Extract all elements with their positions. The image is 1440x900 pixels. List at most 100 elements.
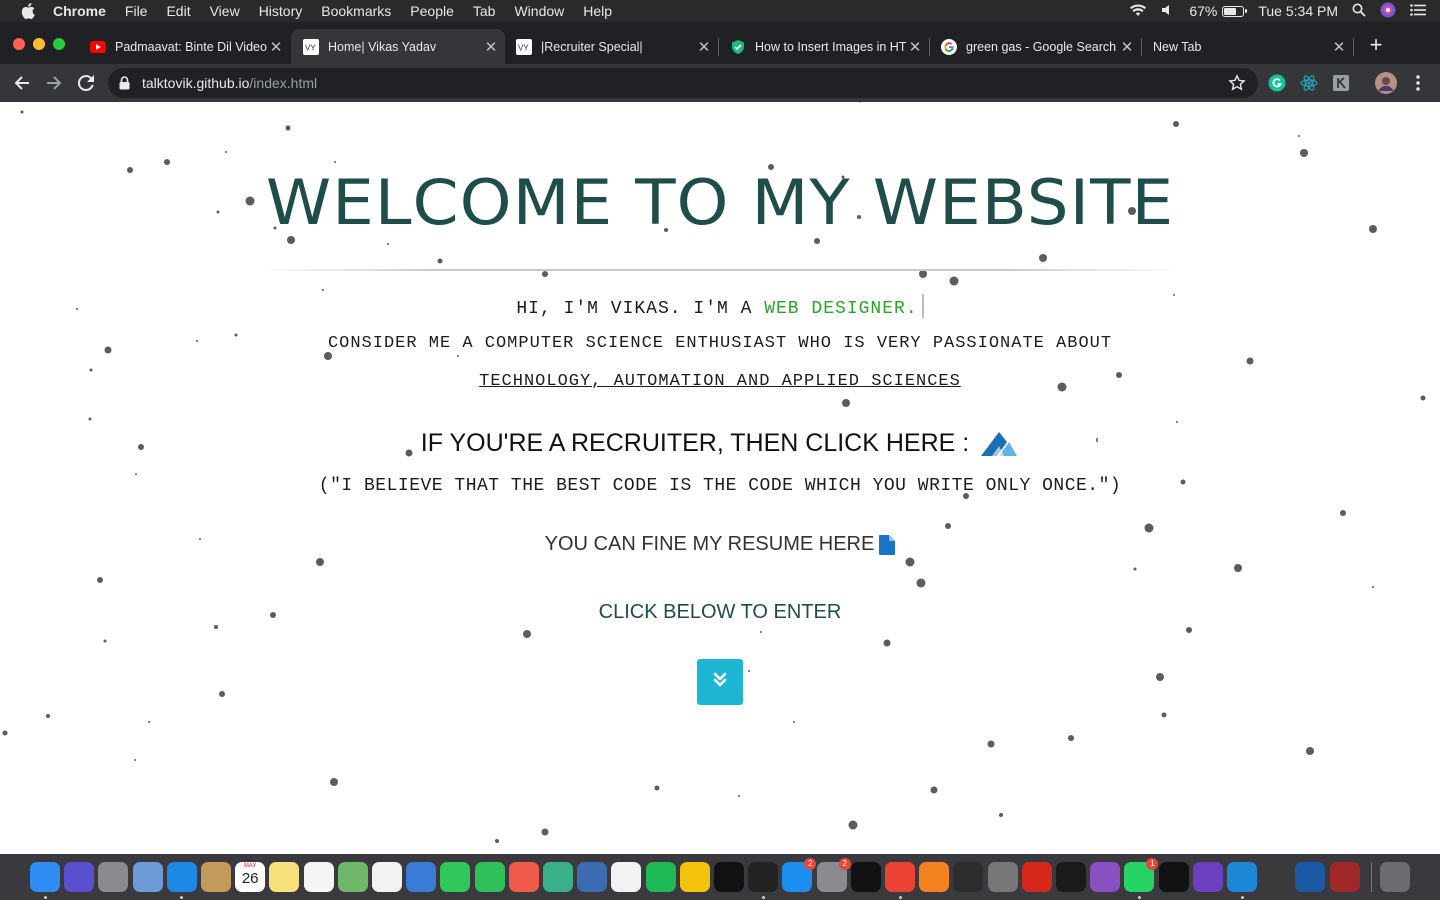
menu-people[interactable]: People xyxy=(410,3,454,19)
notification-center-icon[interactable] xyxy=(1410,3,1426,19)
git-client-icon[interactable] xyxy=(1056,862,1086,892)
tab-google-search[interactable]: green gas - Google Search ✕ xyxy=(929,29,1141,64)
particle xyxy=(999,813,1003,817)
react-devtools-extension-icon[interactable] xyxy=(1300,74,1318,92)
profile-avatar[interactable] xyxy=(1375,72,1397,94)
contacts-icon[interactable] xyxy=(201,862,231,892)
keynote-icon[interactable] xyxy=(406,862,437,892)
terminal-icon[interactable] xyxy=(748,862,779,892)
image-capture-icon[interactable] xyxy=(987,862,1018,892)
dictionary-icon[interactable] xyxy=(1329,862,1360,892)
page-title: WELCOME TO MY WEBSITE xyxy=(265,165,1175,240)
vscode-icon[interactable] xyxy=(1227,862,1257,892)
iterm-icon[interactable] xyxy=(850,862,881,892)
tab-insert-images[interactable]: How to Insert Images in HTML ✕ xyxy=(718,29,929,64)
tab-close-icon[interactable]: ✕ xyxy=(483,38,499,56)
reminders-icon[interactable] xyxy=(303,862,334,892)
particle xyxy=(793,721,795,723)
wifi-icon[interactable] xyxy=(1129,3,1147,20)
minimize-window-button[interactable] xyxy=(33,38,45,50)
lock-icon[interactable] xyxy=(119,76,130,95)
pycharm-icon[interactable] xyxy=(1158,862,1189,892)
news-icon[interactable] xyxy=(508,862,539,892)
preview-icon[interactable] xyxy=(132,862,163,892)
tab-title: New Tab xyxy=(1153,39,1202,54)
clock[interactable]: Tue 5:34 PM xyxy=(1258,3,1338,19)
menu-app-name[interactable]: Chrome xyxy=(53,3,106,19)
apple-menu-icon[interactable] xyxy=(19,2,37,20)
particle xyxy=(164,159,170,165)
spotify-icon[interactable] xyxy=(645,862,676,892)
itunes-icon[interactable] xyxy=(611,862,642,892)
menu-window[interactable]: Window xyxy=(514,3,564,19)
menu-history[interactable]: History xyxy=(259,3,303,19)
browser-toolbar: talktovik.github.io/index.html xyxy=(0,64,1440,102)
safari-icon[interactable] xyxy=(166,862,197,892)
tab-close-icon[interactable]: ✕ xyxy=(268,38,284,56)
apple-tv-icon[interactable] xyxy=(714,862,744,892)
chrome-icon[interactable] xyxy=(885,862,915,892)
menu-bookmarks[interactable]: Bookmarks xyxy=(321,3,391,19)
notes-icon[interactable] xyxy=(269,862,300,892)
activity-monitor-icon[interactable] xyxy=(953,862,984,892)
messages-icon[interactable] xyxy=(440,862,471,892)
recruiter-link-icon[interactable] xyxy=(979,430,1019,458)
google-drive-icon[interactable] xyxy=(679,862,710,892)
particle xyxy=(1186,627,1192,633)
visual-studio-icon[interactable] xyxy=(1192,862,1223,892)
resume-document-icon[interactable] xyxy=(879,534,896,555)
menu-file[interactable]: File xyxy=(125,3,148,19)
photos-icon[interactable] xyxy=(372,862,402,892)
finder-icon[interactable] xyxy=(30,862,60,892)
menu-edit[interactable]: Edit xyxy=(166,3,190,19)
calendar-icon[interactable]: MAY 26 xyxy=(235,862,266,892)
address-bar[interactable]: talktovik.github.io/index.html xyxy=(108,68,1258,98)
tab-close-icon[interactable]: ✕ xyxy=(1331,38,1347,56)
trash-icon[interactable] xyxy=(1380,862,1410,892)
tab-close-icon[interactable]: ✕ xyxy=(907,38,923,56)
forward-button[interactable] xyxy=(44,73,64,93)
reload-button[interactable] xyxy=(76,73,96,93)
siri-icon[interactable] xyxy=(64,862,95,892)
siri-icon[interactable] xyxy=(1380,2,1396,21)
zoom-window-button[interactable] xyxy=(53,38,65,50)
menu-tab[interactable]: Tab xyxy=(473,3,496,19)
title-divider xyxy=(256,269,1184,271)
particle xyxy=(919,270,927,278)
facetime-icon[interactable] xyxy=(474,862,505,892)
particle xyxy=(523,630,531,638)
menu-view[interactable]: View xyxy=(210,3,240,19)
spotlight-search-icon[interactable] xyxy=(1352,3,1366,20)
bookmark-star-icon[interactable] xyxy=(1228,74,1246,97)
new-tab-button[interactable]: + xyxy=(1364,34,1388,58)
battery-status[interactable]: 67% xyxy=(1189,3,1248,19)
teamviewer-icon[interactable] xyxy=(1295,862,1326,892)
tab-close-icon[interactable]: ✕ xyxy=(1119,38,1135,56)
volume-icon[interactable] xyxy=(1161,3,1175,20)
launchpad-icon[interactable] xyxy=(98,862,129,892)
tab-recruiter-special[interactable]: VY |Recruiter Special| ✕ xyxy=(504,29,718,64)
tab-home-vikas-yadav[interactable]: VY Home| Vikas Yadav ✕ xyxy=(291,29,505,64)
enter-button[interactable] xyxy=(697,659,743,705)
acrobat-icon[interactable] xyxy=(1021,862,1052,892)
grammarly-extension-icon[interactable] xyxy=(1268,74,1286,92)
menu-help[interactable]: Help xyxy=(583,3,612,19)
maps-icon[interactable] xyxy=(337,862,368,892)
virtualbox-icon[interactable] xyxy=(577,862,608,892)
tab-new-tab[interactable]: New Tab ✕ xyxy=(1141,29,1353,64)
close-window-button[interactable] xyxy=(13,38,25,50)
sublime-text-icon[interactable] xyxy=(1261,862,1292,892)
particle xyxy=(760,631,762,633)
particle xyxy=(748,670,750,672)
tab-padmaavat[interactable]: Padmaavat: Binte Dil Video ✕ xyxy=(78,29,290,64)
particle xyxy=(945,523,951,529)
url-text[interactable]: talktovik.github.io/index.html xyxy=(142,75,317,91)
extension-icon[interactable] xyxy=(1332,74,1350,92)
particle xyxy=(225,151,227,153)
back-button[interactable] xyxy=(12,73,32,93)
tab-close-icon[interactable]: ✕ xyxy=(696,38,712,56)
vlc-icon[interactable] xyxy=(919,862,950,892)
chrome-menu-icon[interactable] xyxy=(1409,74,1427,92)
github-desktop-icon[interactable] xyxy=(1090,862,1121,892)
atom-icon[interactable] xyxy=(543,862,573,892)
